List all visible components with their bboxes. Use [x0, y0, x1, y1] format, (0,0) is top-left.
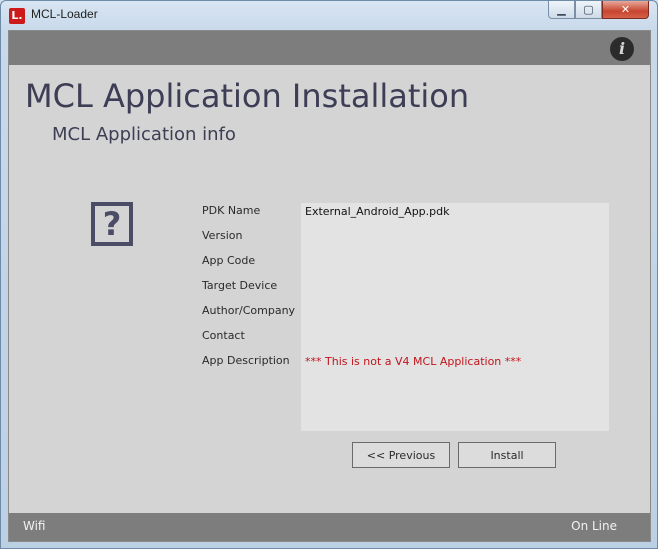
page-subtitle: MCL Application info — [52, 124, 236, 145]
window-controls: ▁ ▢ ✕ — [548, 1, 649, 21]
label-pdk-name: PDK Name — [202, 204, 261, 217]
connection-type: Wifi — [23, 519, 46, 533]
label-contact: Contact — [202, 329, 245, 342]
label-author-company: Author/Company — [202, 304, 296, 317]
info-icon[interactable]: i — [610, 37, 634, 61]
label-version: Version — [202, 229, 243, 242]
status-bar: Wifi On Line — [9, 513, 650, 541]
label-app-code: App Code — [202, 254, 256, 267]
pdk-name-value: External_Android_App.pdk — [305, 205, 450, 218]
app-description-value: *** This is not a V4 MCL Application *** — [305, 355, 522, 368]
client-area: i MCL Application Installation MCL Appli… — [8, 30, 651, 542]
close-icon: ✕ — [620, 3, 631, 16]
title-bar[interactable]: L. MCL-Loader ▁ ▢ ✕ — [1, 1, 657, 29]
previous-button[interactable]: << Previous — [352, 442, 450, 468]
unknown-app-icon: ? — [91, 202, 133, 246]
page-title: MCL Application Installation — [25, 77, 470, 115]
minimize-button[interactable]: ▁ — [548, 1, 575, 19]
maximize-button[interactable]: ▢ — [575, 1, 602, 19]
window-title: MCL-Loader — [31, 7, 98, 21]
app-window: L. MCL-Loader ▁ ▢ ✕ i MCL Application In… — [0, 0, 658, 549]
minimize-icon: ▁ — [557, 3, 566, 16]
mcl-loader-logo-icon: L. — [9, 8, 25, 24]
install-button[interactable]: Install — [458, 442, 556, 468]
top-toolbar: i — [9, 31, 650, 65]
connection-state: On Line — [571, 519, 617, 533]
app-info-panel: External_Android_App.pdk *** This is not… — [301, 203, 609, 431]
close-button[interactable]: ✕ — [602, 1, 649, 19]
label-app-description: App Description — [202, 354, 290, 367]
label-target-device: Target Device — [202, 279, 278, 292]
maximize-icon: ▢ — [583, 3, 594, 16]
